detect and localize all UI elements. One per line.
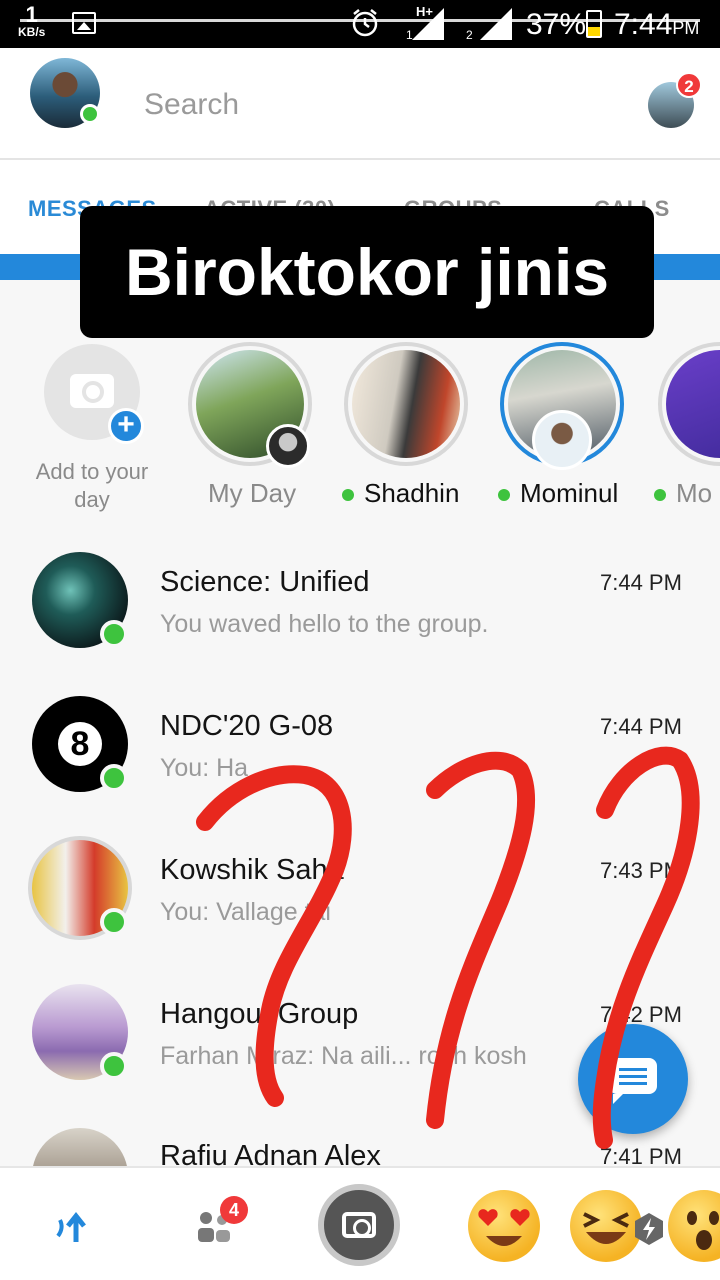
compose-message-button[interactable] bbox=[578, 1024, 688, 1134]
plus-icon: + bbox=[108, 408, 144, 444]
conversation-name: Science: Unified bbox=[160, 566, 370, 598]
alarm-icon bbox=[352, 9, 378, 37]
strike-line bbox=[20, 19, 700, 22]
online-dot bbox=[498, 489, 510, 502]
online-indicator bbox=[100, 620, 128, 648]
conversation-time: 7:43 PM bbox=[600, 858, 682, 883]
status-bar: 1 KB/s H+ 1 2 37% 7:44PM bbox=[0, 0, 720, 48]
add-story-label: Add to your day bbox=[35, 459, 149, 512]
top-header: Search 2 bbox=[0, 48, 720, 160]
story-label-mominul-text: Mominul bbox=[520, 478, 619, 508]
battery-percent: 37% bbox=[526, 8, 587, 41]
clock-time: 7:44 bbox=[614, 8, 673, 41]
online-dot bbox=[654, 489, 666, 502]
conversation-name: Kowshik Saha bbox=[160, 854, 344, 886]
story-shadhin[interactable] bbox=[344, 342, 468, 466]
online-indicator bbox=[100, 764, 128, 792]
sim1-label: 1 bbox=[406, 28, 413, 42]
conversation-name: NDC'20 G-08 bbox=[160, 710, 334, 742]
bottom-navigation: 4 bbox=[0, 1166, 720, 1280]
conversation-time: 7:44 PM bbox=[600, 570, 682, 595]
boost-hexagon-icon bbox=[635, 1213, 663, 1245]
heart-eyes-emoji[interactable] bbox=[468, 1190, 540, 1262]
online-indicator bbox=[100, 908, 128, 936]
story-label-mo: Mo bbox=[654, 478, 712, 509]
story-owner-avatar bbox=[532, 410, 592, 470]
battery-icon bbox=[586, 10, 602, 38]
conversation-avatar bbox=[32, 1128, 128, 1166]
surprised-emoji[interactable] bbox=[668, 1190, 720, 1262]
conversation-row[interactable]: Science: Unified You waved hello to the … bbox=[0, 532, 720, 676]
story-label-shadhin-text: Shadhin bbox=[364, 478, 460, 508]
story-label-mominul: Mominul bbox=[498, 478, 618, 509]
conversation-snippet: You: Vallage tai bbox=[160, 898, 331, 926]
camera-icon bbox=[70, 374, 114, 408]
people-badge: 4 bbox=[220, 1196, 248, 1224]
signal-sim2-icon bbox=[480, 8, 512, 40]
conversation-snippet: You: Ha bbox=[160, 754, 249, 782]
conversation-time: 7:41 PM bbox=[600, 1144, 682, 1166]
sim2-label: 2 bbox=[466, 28, 473, 42]
conversation-row[interactable]: Kowshik Saha You: Vallage tai 7:43 PM bbox=[0, 820, 720, 964]
overlay-caption: Biroktokor jinis bbox=[80, 206, 654, 338]
story-label-shadhin: Shadhin bbox=[342, 478, 459, 509]
conversation-row[interactable]: 8 NDC'20 G-08 You: Ha 7:44 PM bbox=[0, 676, 720, 820]
conversation-snippet: You waved hello to the group. bbox=[160, 610, 489, 638]
conversation-time: 7:44 PM bbox=[600, 714, 682, 739]
conversation-name: Hangout Group bbox=[160, 998, 359, 1030]
story-mo[interactable] bbox=[658, 342, 720, 466]
story-owner-avatar bbox=[266, 424, 310, 468]
online-dot bbox=[342, 489, 354, 502]
network-speed-unit: KB/s bbox=[18, 25, 46, 39]
messenger-screen: 1 KB/s H+ 1 2 37% 7:44PM Search 2 MESSAG… bbox=[0, 0, 720, 1280]
camera-button[interactable] bbox=[318, 1184, 400, 1266]
image-notification-icon bbox=[72, 12, 96, 34]
online-indicator bbox=[100, 1052, 128, 1080]
online-indicator bbox=[80, 104, 100, 124]
people-badge: 2 bbox=[676, 72, 702, 98]
story-label-mo-text: Mo bbox=[676, 478, 713, 508]
network-speed-value: 1 bbox=[25, 2, 38, 27]
home-icon[interactable] bbox=[52, 1206, 96, 1250]
compose-message-icon bbox=[609, 1058, 657, 1104]
conversation-name: Rafiu Adnan Alex bbox=[160, 1140, 381, 1166]
conversation-snippet: Farhan Miraz: Na aili... rosh kosh bbox=[160, 1042, 527, 1070]
network-type: H+ bbox=[416, 4, 433, 19]
eight-ball-icon: 8 bbox=[58, 722, 102, 766]
camera-icon bbox=[342, 1212, 376, 1238]
story-label-my-day: My Day bbox=[208, 478, 297, 508]
search-input[interactable]: Search bbox=[144, 88, 239, 122]
clock: 7:44PM bbox=[614, 8, 699, 42]
